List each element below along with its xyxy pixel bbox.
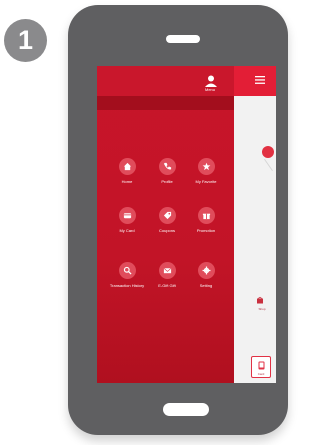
menu-item-label: Profile [161,179,173,184]
app-top-bar [234,66,276,96]
menu-item-label: Coupons [158,228,175,233]
menu-item-my-favorite[interactable]: My Favorite [186,158,226,184]
red-dot-indicator [262,146,274,158]
menu-item-label: Promotion [196,228,216,233]
menu-item-promotion[interactable]: Promotion [186,207,226,233]
divider-line [264,158,273,172]
menu-item-e-gift[interactable]: E-Gift Gift [147,262,187,288]
phone-speaker [166,35,200,43]
menu-item-my-card[interactable]: My Card [107,207,147,233]
card-tab-button[interactable]: Card [251,356,271,378]
gift-icon [197,207,215,224]
tag-icon [158,207,176,224]
step-number-badge: 1 [4,19,47,62]
side-menu-subbar [97,96,234,110]
hamburger-menu-icon[interactable] [255,76,265,84]
search-icon [118,262,136,279]
instruction-illustration: 1 Menu Home Profile My Favorite My Card … [0,0,291,445]
profile-icon[interactable] [204,74,218,88]
menu-item-setting[interactable]: Setting [186,262,226,288]
phone-home-button[interactable] [163,403,209,416]
menu-item-label: Home [121,179,133,184]
menu-item-profile[interactable]: Profile [147,158,187,184]
menu-item-label: Setting [199,283,213,288]
menu-item-home[interactable]: Home [107,158,147,184]
menu-item-label: Transaction History [109,283,145,288]
envelope-icon [158,262,176,279]
shopping-bag-icon[interactable] [256,296,264,304]
mobile-card-icon [258,361,265,370]
star-icon [197,158,215,175]
menu-item-label: My Card [119,228,135,233]
menu-item-label: My Favorite [195,179,217,184]
card-tab-label: Card [257,372,265,376]
card-icon [118,207,136,224]
phone-screen: Menu Home Profile My Favorite My Card Co… [97,66,276,383]
underlying-app-strip: Shop Card [234,66,276,383]
menu-item-transaction-history[interactable]: Transaction History [107,262,147,288]
gear-icon [197,262,215,279]
phone-icon [158,158,176,175]
side-menu-panel: Menu Home Profile My Favorite My Card Co… [97,66,234,383]
menu-item-label: E-Gift Gift [158,283,176,288]
profile-label: Menu [204,87,215,92]
menu-item-coupons[interactable]: Coupons [147,207,187,233]
home-icon [118,158,136,175]
shop-label: Shop [258,307,266,311]
